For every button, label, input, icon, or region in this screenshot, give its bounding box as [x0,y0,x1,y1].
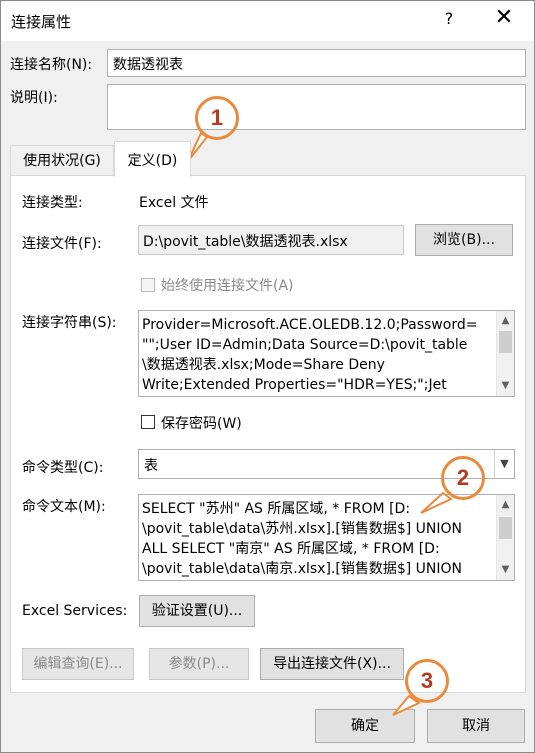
callout-pointer [420,491,453,514]
callout-badge: 2 [441,456,485,500]
connection-properties-dialog: 连接属性 ? ✕ 连接名称(N): 数据透视表 说明(I): 使用状况(G) 定… [0,0,535,753]
callout-pointers [187,131,453,716]
tab-definition[interactable]: 定义(D) [114,141,191,177]
callout-badge: 3 [405,659,449,703]
